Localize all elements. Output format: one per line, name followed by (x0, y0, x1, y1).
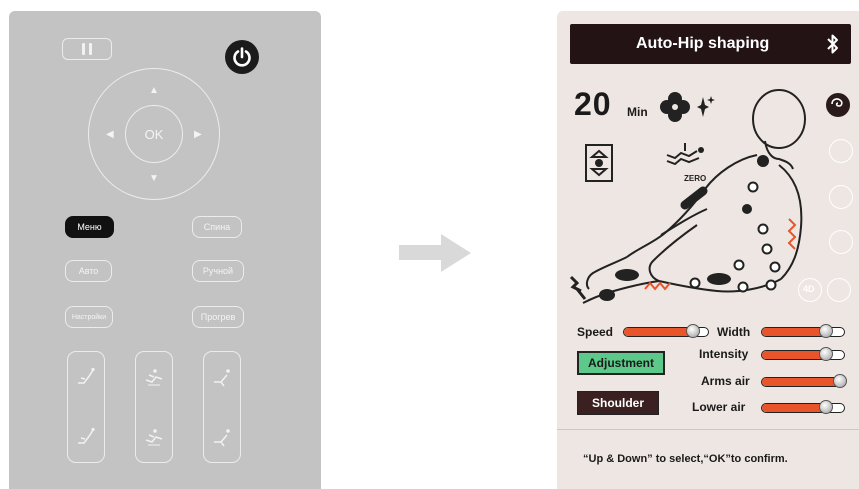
adjustment-button[interactable]: Adjustment (577, 351, 665, 375)
settings-button[interactable]: Настройки (65, 306, 113, 328)
menu-button[interactable]: Меню (65, 216, 114, 238)
title-bar: Auto-Hip shaping (570, 24, 851, 64)
backrest-up-icon (78, 367, 95, 384)
leg-rest-up-icon (214, 369, 230, 387)
recline-button[interactable] (67, 351, 105, 463)
direction-pad: ▲ ▼ ◀ ▶ OK (88, 68, 220, 200)
mode-4d-label: 4D (803, 284, 815, 294)
zero-gravity-up-icon (145, 369, 163, 386)
kneading-icon (831, 98, 843, 107)
arms-air-slider[interactable] (761, 374, 847, 388)
ok-button[interactable]: OK (125, 105, 183, 163)
lower-air-knob[interactable] (819, 400, 833, 414)
width-knob[interactable] (819, 324, 833, 338)
down-arrow-button[interactable]: ▼ (149, 174, 159, 184)
up-arrow-button[interactable]: ▲ (149, 86, 159, 96)
width-slider[interactable] (761, 324, 845, 338)
instruction-text: “Up & Down” to select,“OK”to confirm. (583, 453, 788, 465)
bluetooth-icon (827, 34, 838, 54)
shoulder-button[interactable]: Shoulder (577, 391, 659, 415)
mode-button-2[interactable] (829, 139, 853, 163)
speed-knob[interactable] (686, 324, 700, 338)
intensity-label: Intensity (699, 347, 749, 361)
leg-rest-down-icon (214, 429, 230, 447)
mode-button-4[interactable] (829, 230, 853, 254)
right-arrow-icon (399, 234, 471, 272)
lower-air-slider[interactable] (761, 400, 845, 414)
zero-gravity-button[interactable] (135, 351, 173, 463)
power-button[interactable] (225, 40, 259, 74)
speed-slider[interactable] (623, 324, 709, 338)
right-arrow-button[interactable]: ▶ (194, 130, 202, 140)
intensity-slider[interactable] (761, 347, 845, 361)
pause-button[interactable] (62, 38, 112, 60)
left-arrow-button[interactable]: ◀ (106, 130, 114, 140)
remote-control: ▲ ▼ ◀ ▶ OK Меню Спина Авто Ручной Настро… (9, 11, 321, 489)
arms-air-label: Arms air (701, 374, 750, 388)
power-icon (233, 47, 251, 67)
zero-gravity-down-icon (145, 429, 163, 446)
program-title: Auto-Hip shaping (636, 35, 770, 52)
back-button[interactable]: Спина (192, 216, 242, 238)
heat-button[interactable]: Прогрев (192, 306, 244, 328)
body-diagram (569, 89, 806, 304)
backrest-down-icon (78, 427, 95, 444)
lower-air-label: Lower air (692, 400, 746, 414)
mode-button-3[interactable] (829, 185, 853, 209)
arms-air-knob[interactable] (833, 374, 847, 388)
leg-rest-button[interactable] (203, 351, 241, 463)
mode-button-6[interactable] (827, 278, 851, 302)
auto-button[interactable]: Авто (65, 260, 112, 282)
manual-button[interactable]: Ручной (192, 260, 244, 282)
width-label: Width (717, 325, 751, 339)
divider (557, 429, 859, 430)
intensity-knob[interactable] (819, 347, 833, 361)
mode-button-1[interactable] (826, 93, 850, 117)
pause-icon (82, 43, 85, 55)
display-screen: Auto-Hip shaping 20 Min ZERO 4D Speed Wi… (557, 11, 859, 489)
mode-button-4d[interactable]: 4D (798, 278, 822, 302)
speed-label: Speed (577, 325, 614, 339)
